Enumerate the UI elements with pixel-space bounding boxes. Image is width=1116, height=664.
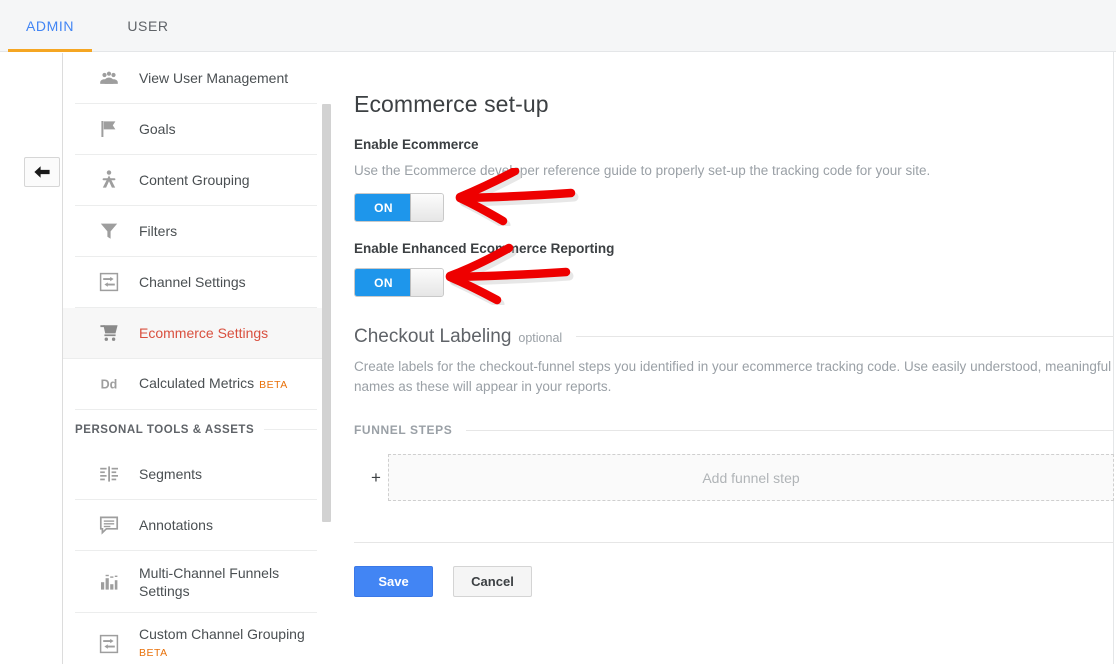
toggle-knob: [410, 269, 443, 296]
sidebar-item-text: Custom Channel Grouping: [139, 626, 305, 642]
enable-ecommerce-label: Enable Ecommerce: [354, 137, 479, 152]
segments-icon: [96, 461, 122, 487]
tab-admin-label: ADMIN: [25, 18, 75, 34]
sidebar-scrollbar-thumb[interactable]: [322, 104, 331, 522]
actions-divider: [354, 542, 1114, 543]
top-tab-bar: ADMIN USER: [0, 0, 1116, 52]
sidebar-item-label: Segments: [139, 466, 203, 482]
sidebar-item-label: Annotations: [139, 517, 213, 533]
heading-divider: [466, 429, 1114, 431]
enable-ecommerce-description: Use the Ecommerce developer reference gu…: [354, 163, 931, 178]
sidebar-section-personal-tools: PERSONAL TOOLS & ASSETS: [75, 410, 317, 449]
cancel-button[interactable]: Cancel: [453, 566, 532, 597]
checkout-labeling-description: Create labels for the checkout-funnel st…: [354, 359, 1112, 394]
sidebar-item-label: Filters: [139, 223, 178, 239]
toggle-knob: [410, 194, 443, 221]
section-divider: [264, 429, 317, 430]
settings-sidebar[interactable]: View User Management Goals Content Group…: [63, 53, 331, 664]
dd-icon: Dd: [96, 371, 122, 397]
enable-ecommerce-toggle[interactable]: ON: [354, 193, 444, 222]
toggle-on-label: ON: [355, 269, 412, 296]
bar-chart-icon: [96, 569, 122, 595]
content-grouping-icon: [96, 167, 122, 193]
sidebar-item-channel-settings[interactable]: Channel Settings: [75, 257, 317, 308]
sidebar-item-annotations[interactable]: Annotations: [75, 500, 317, 551]
cancel-button-label: Cancel: [471, 574, 514, 589]
tab-user[interactable]: USER: [100, 0, 196, 52]
sidebar-item-label: Goals: [139, 121, 176, 137]
channel-settings-icon: [96, 631, 122, 657]
tab-admin[interactable]: ADMIN: [0, 0, 100, 52]
people-icon: [96, 65, 122, 91]
save-button-label: Save: [378, 574, 409, 589]
main-content: Ecommerce set-up Enable Ecommerce Use th…: [354, 53, 1114, 664]
back-button[interactable]: [24, 157, 60, 187]
enhanced-ecommerce-toggle[interactable]: ON: [354, 268, 444, 297]
sidebar-item-view-user-management[interactable]: View User Management: [75, 53, 317, 104]
sidebar-item-label: Channel Settings: [139, 274, 246, 290]
sidebar-item-multi-channel-funnels-settings[interactable]: Multi-Channel Funnels Settings: [75, 551, 317, 613]
funnel-icon: [96, 218, 122, 244]
funnel-step-row: + Add funnel step: [354, 454, 1114, 501]
sidebar-item-calculated-metrics[interactable]: Dd Calculated Metrics BETA: [75, 359, 317, 410]
channel-settings-icon: [96, 269, 122, 295]
sidebar-item-custom-channel-grouping[interactable]: Custom Channel Grouping BETA: [75, 613, 317, 664]
flag-icon: [96, 116, 122, 142]
sidebar-item-label: Custom Channel Grouping BETA: [139, 625, 305, 662]
checkout-labeling-heading: Checkout Labeling optional: [354, 326, 1114, 348]
save-button[interactable]: Save: [354, 566, 433, 597]
sidebar-item-label: Content Grouping: [139, 172, 250, 188]
checkout-labeling-optional: optional: [518, 331, 563, 345]
toggle-on-label: ON: [355, 194, 412, 221]
sidebar-section-label: PERSONAL TOOLS & ASSETS: [75, 423, 255, 436]
sidebar-item-text: Calculated Metrics: [139, 375, 255, 391]
sidebar-item-segments[interactable]: Segments: [75, 449, 317, 500]
beta-badge: BETA: [259, 379, 288, 391]
funnel-steps-heading: FUNNEL STEPS: [354, 423, 1114, 437]
sidebar-item-ecommerce-settings[interactable]: Ecommerce Settings: [63, 308, 331, 359]
add-funnel-step-plus-icon[interactable]: +: [354, 469, 388, 486]
annotation-icon: [96, 512, 122, 538]
page-title: Ecommerce set-up: [354, 91, 549, 117]
sidebar-item-label: Calculated Metrics BETA: [139, 374, 288, 394]
tab-list: ADMIN USER: [0, 0, 196, 52]
funnel-steps-title: FUNNEL STEPS: [354, 423, 453, 437]
sidebar-item-label: View User Management: [139, 70, 289, 86]
beta-badge: BETA: [139, 647, 168, 659]
svg-text:Dd: Dd: [101, 378, 118, 392]
sidebar-item-label: Ecommerce Settings: [139, 325, 269, 341]
checkout-labeling-title: Checkout Labeling: [354, 326, 512, 347]
enhanced-ecommerce-label: Enable Enhanced Ecommerce Reporting: [354, 241, 615, 256]
action-buttons: Save Cancel: [354, 566, 1114, 597]
back-arrow-icon: [33, 165, 51, 179]
add-funnel-step-label: Add funnel step: [702, 469, 800, 486]
tab-user-label: USER: [127, 18, 169, 34]
add-funnel-step-button[interactable]: Add funnel step: [388, 454, 1114, 501]
sidebar-item-goals[interactable]: Goals: [75, 104, 317, 155]
shopping-cart-icon: [96, 320, 122, 346]
sidebar-item-content-grouping[interactable]: Content Grouping: [75, 155, 317, 206]
sidebar-item-label: Multi-Channel Funnels Settings: [139, 564, 280, 599]
heading-divider: [576, 336, 1114, 337]
sidebar-item-filters[interactable]: Filters: [75, 206, 317, 257]
